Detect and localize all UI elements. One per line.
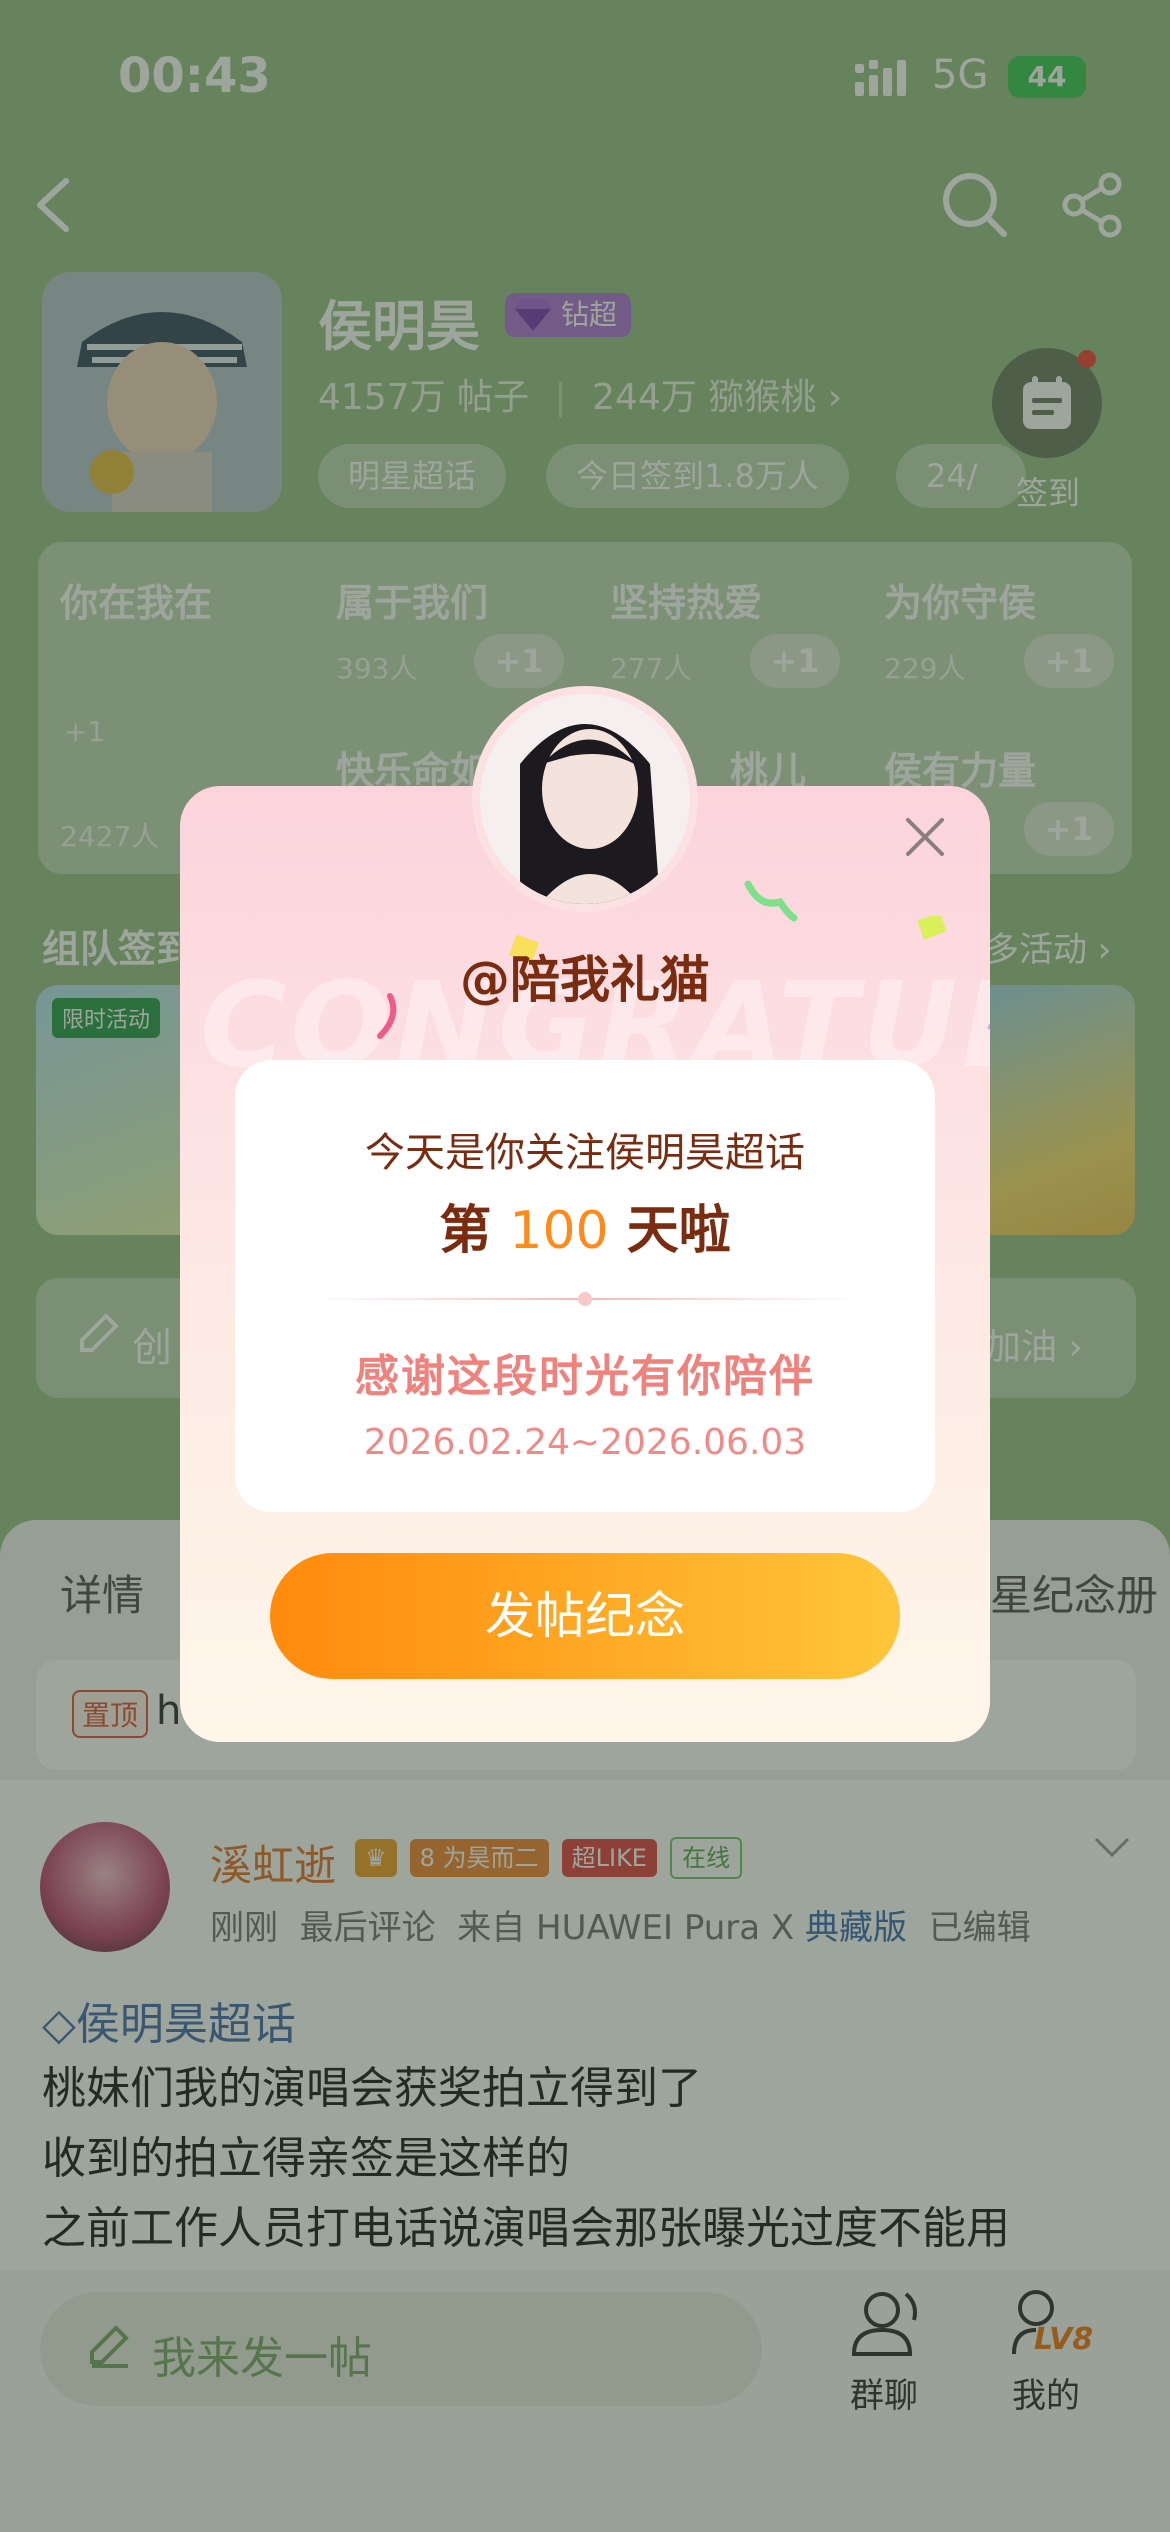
confetti-icon [744, 880, 798, 922]
date-range: 2026.02.24~2026.06.03 [363, 1422, 807, 1463]
post-commemorate-button[interactable]: 发帖纪念 [270, 1553, 900, 1679]
thanks-text: 感谢这段时光有你陪伴 [355, 1351, 815, 1402]
follow-text: 今天是你关注侯明昊超话 [365, 1130, 805, 1176]
day-count-line: 第 100 天啦 [439, 1201, 731, 1261]
day-number: 100 [509, 1201, 609, 1261]
user-avatar [472, 686, 698, 912]
modal-username: @陪我礼猫 [460, 951, 710, 1009]
divider-dot [578, 1292, 592, 1306]
close-icon[interactable] [900, 812, 950, 862]
